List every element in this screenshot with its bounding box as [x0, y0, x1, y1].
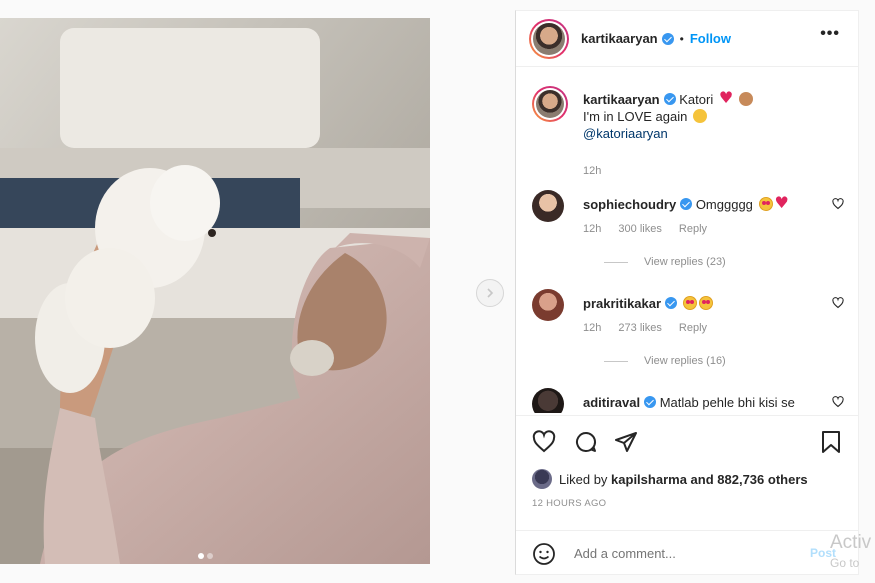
avatar[interactable]: [529, 18, 569, 59]
avatar[interactable]: [532, 388, 564, 413]
likes-user[interactable]: kapilsharma: [611, 472, 687, 487]
post-image: [0, 18, 430, 564]
view-replies-button[interactable]: View replies (23): [604, 256, 726, 268]
caption-mention[interactable]: @katoriaaryan: [583, 126, 668, 141]
windows-activation-watermark: Activ Go to: [830, 532, 871, 574]
comment-username[interactable]: sophiechoudry: [583, 197, 676, 212]
likes-prefix: Liked by: [559, 471, 608, 487]
comment-likes[interactable]: 300 likes: [618, 223, 661, 235]
post-photo[interactable]: [0, 18, 430, 564]
likes-summary[interactable]: Liked by kapilsharma and 882,736 others: [532, 469, 808, 489]
view-replies-button[interactable]: View replies (16): [604, 355, 726, 367]
heart-emoji: [719, 89, 734, 106]
star-eyes-emoji: [758, 197, 773, 211]
verified-badge-icon: [644, 396, 657, 408]
comment-username[interactable]: aditiraval: [583, 395, 640, 410]
author-username[interactable]: kartikaaryan: [581, 31, 658, 46]
separator-dot: •: [679, 31, 684, 46]
reply-button[interactable]: Reply: [679, 322, 707, 334]
like-comment-heart-icon[interactable]: [832, 396, 844, 408]
comment-item: sophiechoudry Omggggg 12h 300 likes Repl…: [532, 190, 858, 280]
caption-username[interactable]: kartikaaryan: [583, 92, 660, 107]
like-comment-heart-icon[interactable]: [832, 297, 844, 309]
verified-badge-icon: [661, 32, 674, 45]
add-comment-bar: Post: [516, 530, 858, 576]
heart-icon[interactable]: [532, 430, 556, 454]
verified-badge-icon: [663, 93, 676, 105]
caption-text: Katori: [679, 92, 714, 107]
avatar[interactable]: [532, 86, 568, 122]
watermark-line1: Activ: [830, 532, 872, 553]
comment-text: Omggggg: [695, 197, 753, 212]
star-eyes-emoji: [682, 296, 697, 310]
likes-count[interactable]: and 882,736 others: [691, 472, 808, 487]
avatar: [532, 469, 552, 489]
share-icon[interactable]: [614, 430, 638, 454]
post-header: kartikaaryan • Follow •••: [516, 11, 858, 67]
post-side-panel: kartikaaryan • Follow ••• kartikaaryan K…: [515, 10, 859, 575]
comment-icon[interactable]: [574, 430, 598, 454]
next-image-button[interactable]: [476, 279, 504, 307]
comment-likes[interactable]: 273 likes: [618, 322, 661, 334]
follow-button[interactable]: Follow: [690, 31, 731, 46]
avatar[interactable]: [532, 289, 564, 321]
avatar[interactable]: [532, 190, 564, 222]
like-comment-heart-icon[interactable]: [832, 198, 844, 210]
comment-username[interactable]: prakritikakar: [583, 296, 661, 311]
puppy-emoji: [739, 92, 754, 106]
chevron-right-icon: [487, 288, 494, 298]
caption-time: 12h: [583, 165, 602, 177]
watermark-line2: Go to: [830, 556, 860, 570]
comment-item: prakritikakar 12h 273 likes Reply View r…: [532, 289, 858, 379]
verified-badge-icon: [665, 297, 678, 309]
comment-time: 12h: [583, 223, 602, 235]
comment-time: 12h: [583, 322, 602, 334]
add-comment-input[interactable]: [574, 546, 774, 561]
caption-text-line2: I'm in LOVE again: [583, 109, 688, 124]
heart-emoji: [775, 194, 790, 211]
more-options-icon[interactable]: •••: [820, 25, 840, 43]
comments-list[interactable]: kartikaaryan Katori I'm in LOVE again @k…: [516, 68, 858, 413]
comment-item: aditiraval Matlab pehle bhi kisi se: [532, 388, 858, 413]
post-timestamp: 12 HOURS AGO: [532, 498, 607, 509]
comment-text: Matlab pehle bhi kisi se: [659, 395, 795, 410]
caption: kartikaaryan Katori I'm in LOVE again @k…: [532, 86, 858, 177]
bookmark-icon[interactable]: [820, 430, 842, 454]
reply-button[interactable]: Reply: [679, 223, 707, 235]
verified-badge-icon: [680, 198, 693, 210]
smile-emoji: [693, 109, 707, 123]
star-eyes-emoji: [698, 296, 713, 310]
emoji-icon[interactable]: [532, 542, 556, 566]
